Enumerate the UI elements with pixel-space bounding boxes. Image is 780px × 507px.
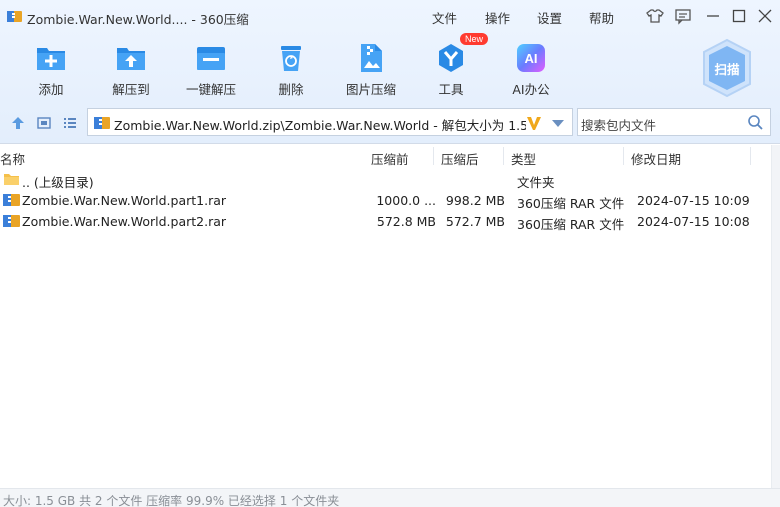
address-path: Zombie.War.New.World.zip\Zombie.War.New.… bbox=[114, 118, 526, 133]
one-click-extract-icon bbox=[197, 47, 225, 70]
file-packed-size: 1000.0 ... bbox=[376, 193, 436, 208]
toolbar-tools-label: 工具 bbox=[438, 82, 464, 97]
file-unpacked-size: 572.7 MB bbox=[445, 214, 505, 229]
file-row-parent-dir[interactable]: .. (上级目录) 文件夹 bbox=[0, 169, 760, 190]
toolbar-one-click-extract-button[interactable]: 一键解压 bbox=[176, 42, 246, 98]
address-bar[interactable]: Zombie.War.New.World.zip\Zombie.War.New.… bbox=[87, 108, 573, 136]
toolbar-add-label: 添加 bbox=[38, 82, 64, 97]
app-logo-icon bbox=[7, 11, 22, 22]
column-divider bbox=[623, 147, 624, 165]
search-icon[interactable] bbox=[747, 114, 764, 131]
file-modified: 2024-07-15 10:08 bbox=[637, 214, 750, 229]
top-chrome: Zombie.War.New.World.... - 360压缩 文件 操作 设… bbox=[0, 0, 780, 144]
toolbar-add-button[interactable]: 添加 bbox=[16, 42, 86, 98]
ai-icon-text: AI bbox=[525, 51, 538, 66]
file-name: .. (上级目录) bbox=[22, 175, 94, 190]
file-name: Zombie.War.New.World.part2.rar bbox=[22, 214, 227, 229]
file-row[interactable]: Zombie.War.New.World.part2.rar 572.8 MB … bbox=[0, 211, 760, 232]
file-type: 360压缩 RAR 文件 bbox=[517, 217, 625, 232]
file-unpacked-size: 998.2 MB bbox=[445, 193, 505, 208]
trash-icon bbox=[281, 46, 301, 71]
menu-help[interactable]: 帮助 bbox=[589, 8, 614, 27]
column-divider bbox=[433, 147, 434, 165]
vertical-scrollbar[interactable] bbox=[771, 145, 780, 488]
up-arrow-icon[interactable] bbox=[10, 115, 26, 131]
menu-settings[interactable]: 设置 bbox=[537, 8, 562, 27]
file-packed-size: 572.8 MB bbox=[376, 214, 436, 229]
toolbar-ai-office-label: AI办公 bbox=[512, 82, 550, 97]
scan-button[interactable]: 扫描 bbox=[700, 38, 754, 98]
column-unpacked-size[interactable]: 压缩后 bbox=[441, 149, 479, 168]
status-bar: 大小: 1.5 GB 共 2 个文件 压缩率 99.9% 已经选择 1 个文件夹 bbox=[0, 488, 780, 507]
ai-office-icon: AI bbox=[517, 44, 545, 72]
new-badge: New bbox=[460, 33, 489, 45]
rar-file-icon bbox=[3, 194, 20, 206]
column-packed-size[interactable]: 压缩前 bbox=[371, 149, 409, 168]
file-name: Zombie.War.New.World.part1.rar bbox=[22, 193, 227, 208]
chevron-down-icon[interactable] bbox=[551, 119, 565, 128]
file-type: 文件夹 bbox=[517, 175, 555, 190]
search-input[interactable]: 搜索包内文件 bbox=[581, 115, 656, 134]
toolbar-extract-to-label: 解压到 bbox=[112, 82, 150, 97]
thumbnail-view-icon[interactable] bbox=[36, 115, 52, 131]
folder-icon bbox=[4, 174, 19, 185]
toolbar-ai-office-button[interactable]: AI AI办公 bbox=[496, 42, 566, 98]
image-compress-icon bbox=[361, 44, 382, 72]
column-divider bbox=[503, 147, 504, 165]
maximize-icon[interactable] bbox=[730, 7, 748, 25]
scan-label: 扫描 bbox=[714, 62, 740, 77]
close-icon[interactable] bbox=[756, 7, 774, 25]
verified-v-icon bbox=[527, 117, 541, 130]
menu-file[interactable]: 文件 bbox=[432, 8, 457, 27]
file-type: 360压缩 RAR 文件 bbox=[517, 196, 625, 211]
add-folder-icon bbox=[37, 48, 65, 70]
toolbar-image-compress-button[interactable]: 图片压缩 bbox=[336, 42, 406, 98]
column-header-row: 名称 压缩前 压缩后 类型 修改日期 bbox=[0, 145, 780, 167]
toolbar-delete-button[interactable]: 删除 bbox=[256, 42, 326, 98]
zip-archive-icon bbox=[94, 117, 110, 129]
feedback-icon[interactable] bbox=[674, 7, 692, 25]
toolbar-delete-label: 删除 bbox=[278, 82, 304, 97]
toolbar-tools-button[interactable]: New 工具 bbox=[416, 33, 489, 98]
column-divider bbox=[750, 147, 751, 165]
toolbar-image-compress-label: 图片压缩 bbox=[345, 82, 396, 97]
title-bar: Zombie.War.New.World.... - 360压缩 文件 操作 设… bbox=[0, 0, 780, 32]
skin-icon[interactable] bbox=[646, 7, 664, 25]
column-modified[interactable]: 修改日期 bbox=[631, 149, 681, 168]
list-view-icon[interactable] bbox=[62, 115, 78, 131]
menu-operate[interactable]: 操作 bbox=[485, 8, 510, 27]
rar-file-icon bbox=[3, 215, 20, 227]
minimize-icon[interactable] bbox=[704, 7, 722, 25]
file-row[interactable]: Zombie.War.New.World.part1.rar 1000.0 ..… bbox=[0, 190, 760, 211]
toolbar-extract-to-button[interactable]: 解压到 bbox=[96, 42, 166, 98]
file-modified: 2024-07-15 10:09 bbox=[637, 193, 750, 208]
status-text: 大小: 1.5 GB 共 2 个文件 压缩率 99.9% 已经选择 1 个文件夹 bbox=[3, 494, 340, 507]
column-type[interactable]: 类型 bbox=[511, 149, 536, 168]
search-box[interactable]: 搜索包内文件 bbox=[577, 108, 771, 136]
tools-icon bbox=[439, 44, 463, 72]
toolbar-one-click-extract-label: 一键解压 bbox=[185, 82, 236, 97]
window-title: Zombie.War.New.World.... - 360压缩 bbox=[27, 12, 249, 27]
extract-to-icon bbox=[117, 48, 145, 70]
column-name[interactable]: 名称 bbox=[0, 149, 25, 168]
